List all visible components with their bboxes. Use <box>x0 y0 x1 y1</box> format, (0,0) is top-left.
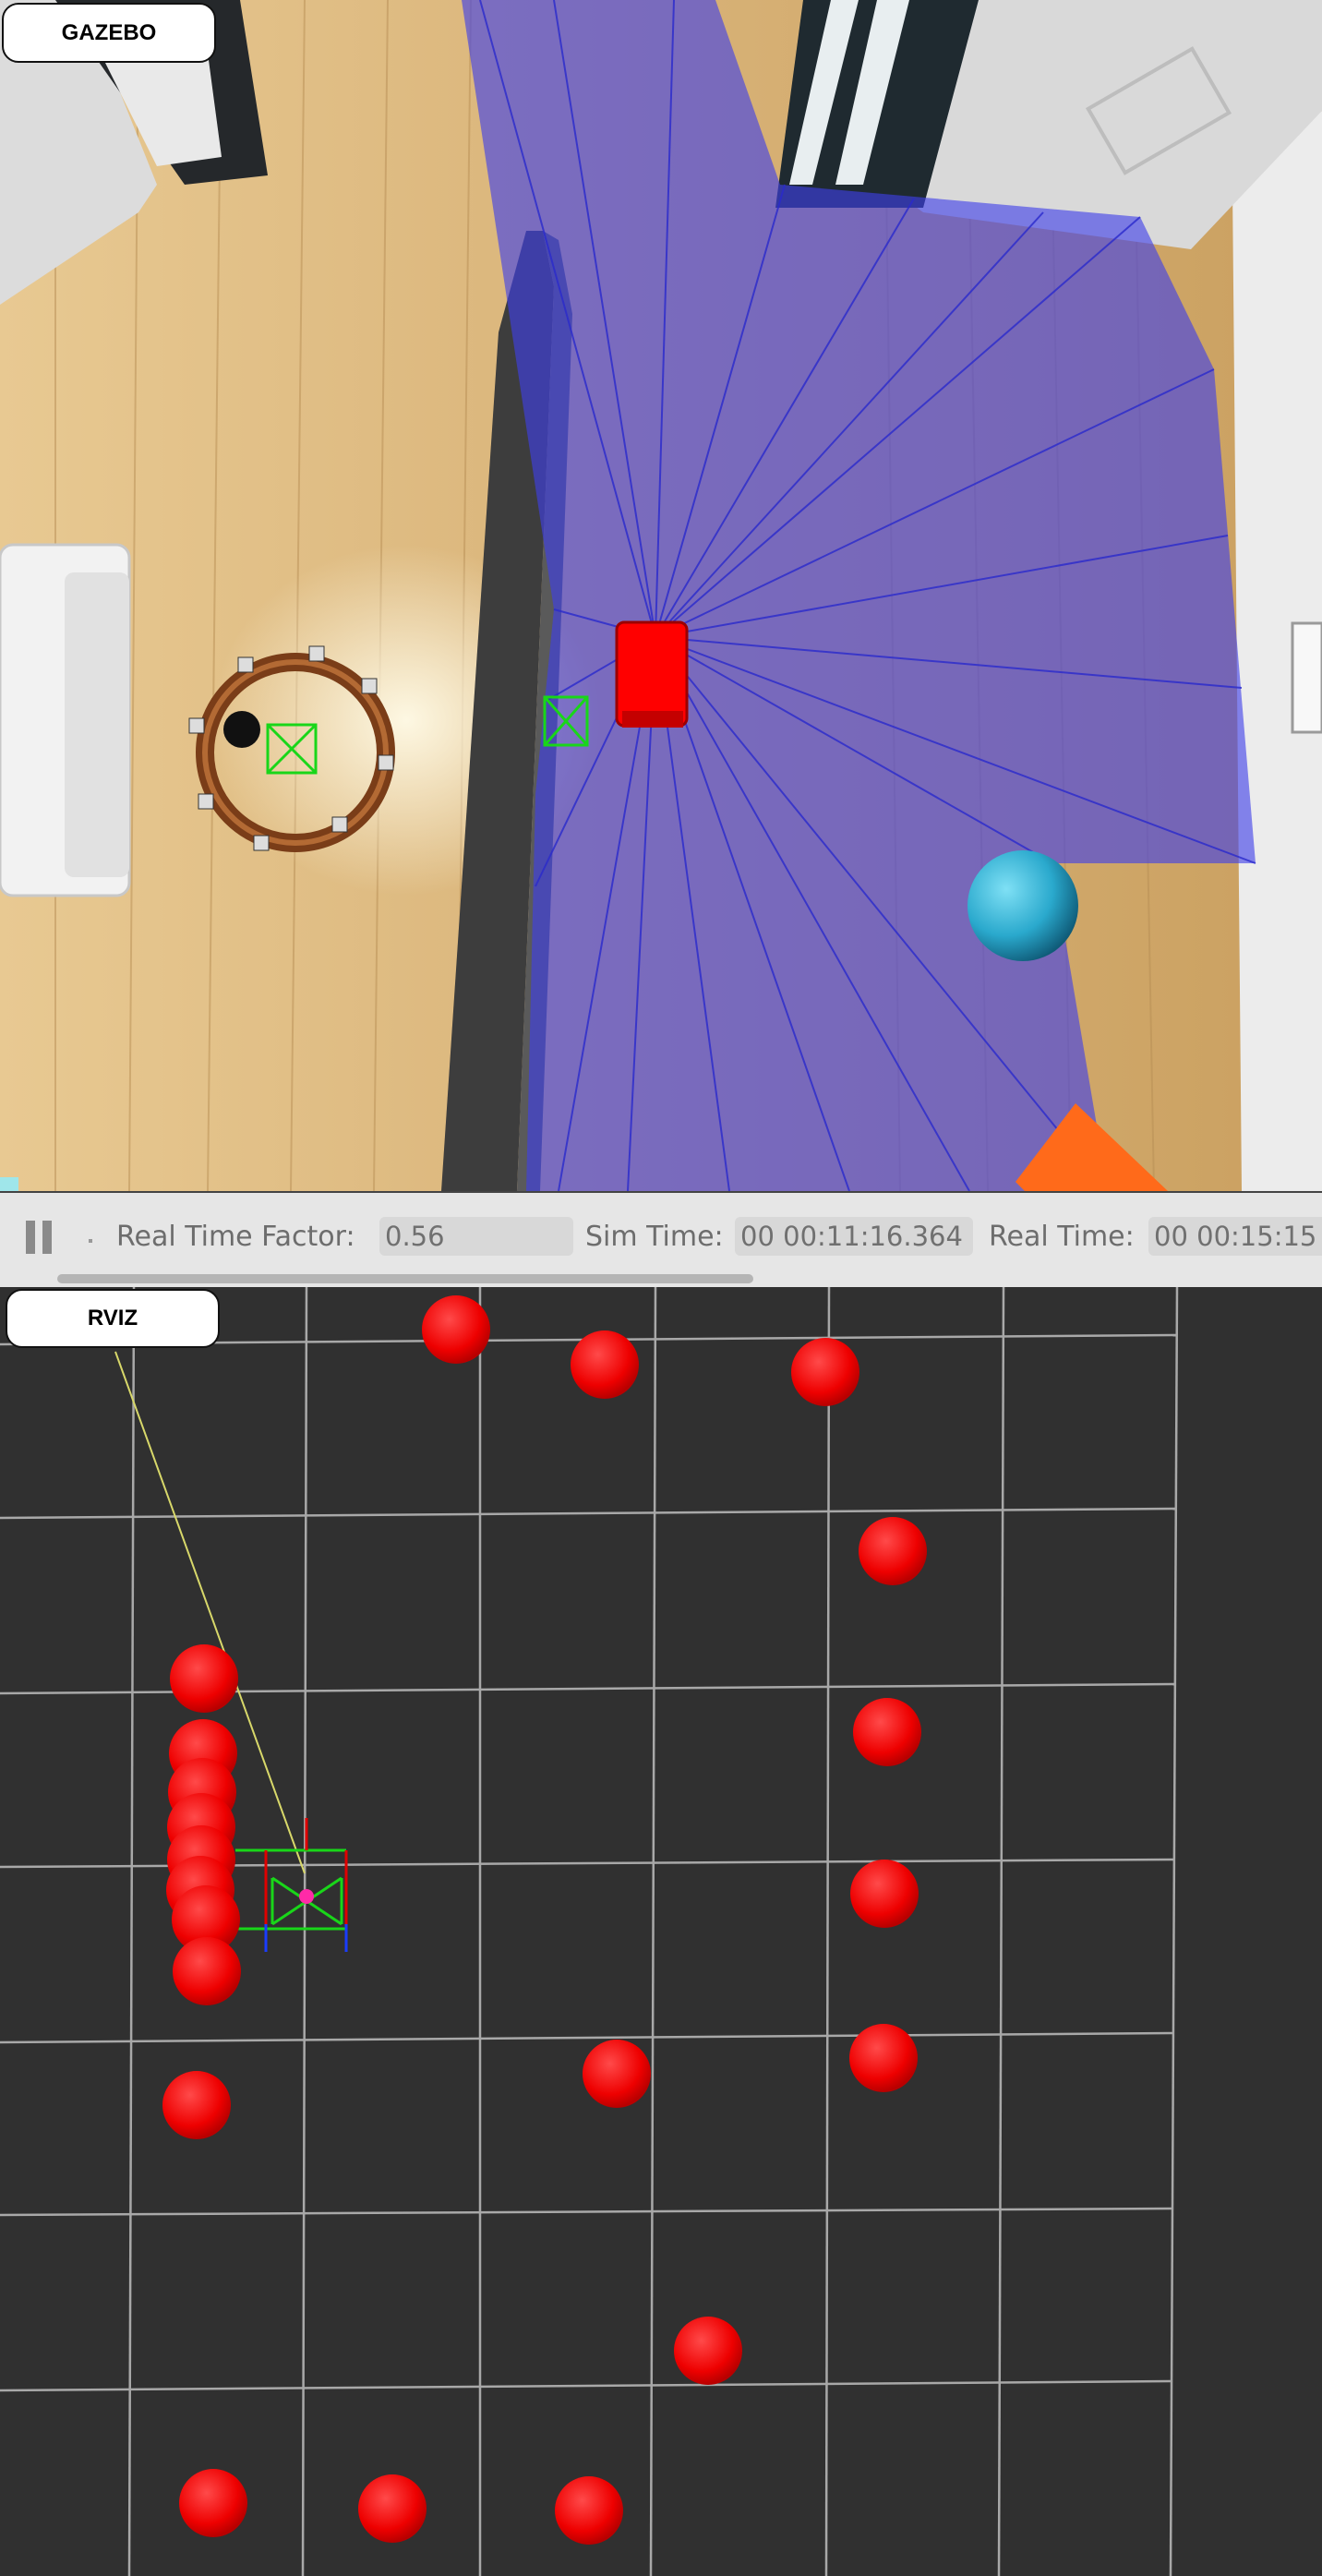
obstacle-marker <box>849 2024 918 2092</box>
obstacle-marker <box>853 1698 921 1766</box>
real-time-label: Real Time: <box>989 1221 1135 1253</box>
obstacle-marker <box>173 1937 241 2005</box>
obstacle-marker <box>571 1330 639 1399</box>
rviz-viewport[interactable] <box>0 1287 1322 2576</box>
obstacle-marker <box>555 2476 623 2545</box>
real-time-factor-label: Real Time Factor: <box>116 1221 355 1253</box>
obstacle-marker <box>583 2040 651 2108</box>
sim-time-label: Sim Time: <box>585 1221 724 1253</box>
rviz-scene <box>0 1287 1179 2576</box>
real-time-factor-field: 0.56 <box>379 1217 573 1256</box>
obstacle-marker <box>358 2474 427 2543</box>
sim-time-field: 00 00:11:16.364 <box>735 1217 973 1256</box>
obstacle-marker <box>162 2071 231 2139</box>
pause-button[interactable] <box>26 1221 54 1254</box>
grid-line <box>127 1287 136 2576</box>
gazebo-scene <box>0 0 1322 1191</box>
obstacle-marker <box>791 1338 859 1406</box>
grid-line <box>0 2379 1172 2392</box>
grid-line <box>649 1287 657 2576</box>
gazebo-toolbar: Real Time Factor: 0.56 Sim Time: 00 00:1… <box>0 1191 1322 1289</box>
grid-line <box>1169 1287 1179 2576</box>
scrollbar-thumb[interactable] <box>57 1274 753 1283</box>
gazebo-panel-label: GAZEBO <box>2 3 216 63</box>
grid-line <box>301 1287 308 2576</box>
obstacle-marker <box>859 1517 927 1585</box>
grid-line <box>824 1287 831 2576</box>
ball-icon <box>967 850 1078 961</box>
toolbar-dot <box>89 1239 92 1243</box>
obstacle-marker <box>170 1644 238 1713</box>
grid-line <box>0 1507 1178 1520</box>
real-time-field: 00 00:15:15 <box>1148 1217 1322 1256</box>
obstacle-marker <box>850 1860 919 1928</box>
obstacle-marker <box>179 2469 247 2537</box>
rviz-panel-label: RVIZ <box>6 1289 220 1348</box>
obstacle-marker <box>674 2317 742 2385</box>
gazebo-viewport[interactable] <box>0 0 1322 1191</box>
robot-pose-marker <box>235 1818 348 1952</box>
obstacle-marker <box>422 1295 490 1364</box>
couch <box>0 543 131 897</box>
grid-line <box>0 2207 1173 2217</box>
grid-line <box>0 2031 1173 2044</box>
robot-icon <box>615 620 689 728</box>
